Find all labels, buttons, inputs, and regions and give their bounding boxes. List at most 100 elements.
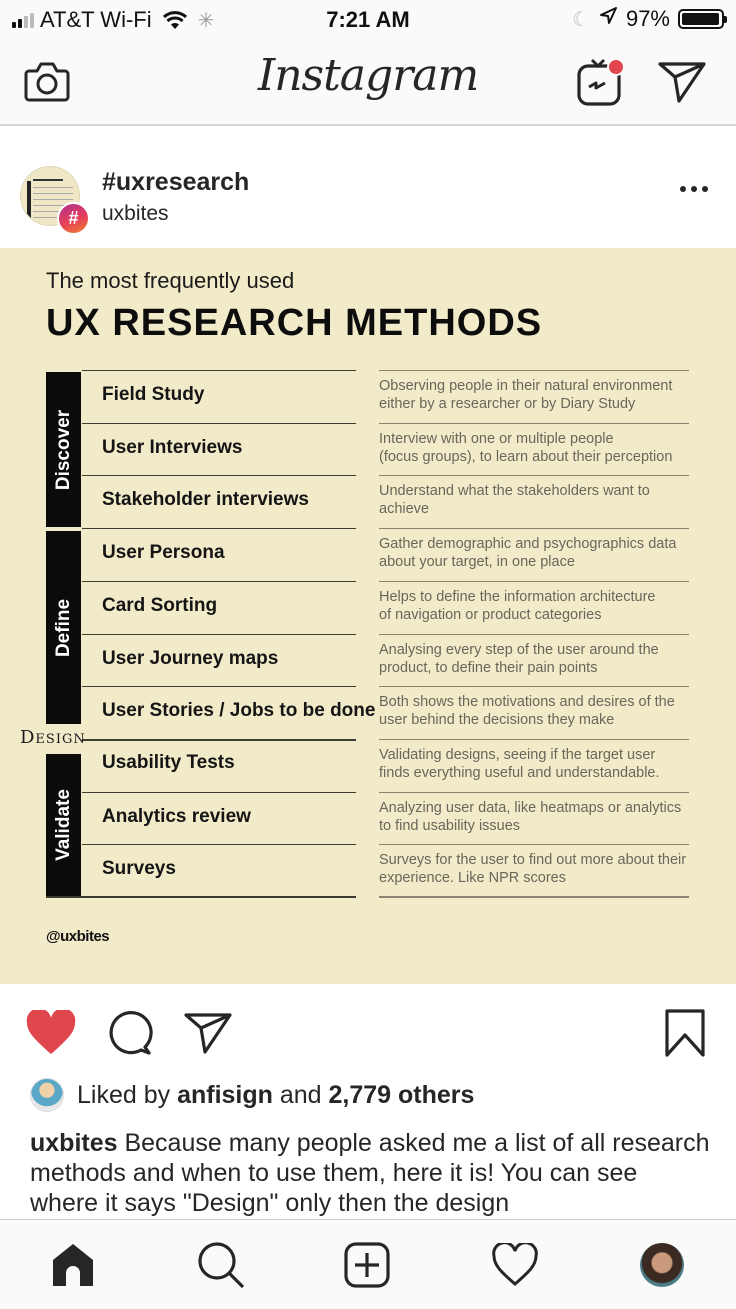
phase-validate: Validate: [46, 754, 81, 896]
likes-count[interactable]: 2,779 others: [329, 1081, 475, 1110]
more-options-button[interactable]: [680, 186, 708, 192]
method-description-row: Helps to define the information architec…: [379, 581, 689, 634]
method-description: Understand what the stakeholders want to…: [379, 483, 650, 517]
share-button[interactable]: [182, 1008, 234, 1058]
method-description-row: Analysing every step of the user around …: [379, 634, 689, 687]
battery-percent: 97%: [625, 6, 670, 31]
igtv-icon: [577, 58, 625, 106]
method-description: Interview with one or multiple people (f…: [379, 431, 673, 465]
tab-search[interactable]: [196, 1240, 246, 1290]
method-description-row: Understand what the stakeholders want to…: [379, 475, 689, 528]
heart-filled-icon: [26, 1010, 76, 1054]
method-description: Both shows the motivations and desires o…: [379, 694, 675, 728]
phase-define: Define: [46, 531, 81, 724]
post-header: # #uxresearch uxbites: [0, 128, 736, 248]
method-row: Card Sorting: [82, 581, 356, 634]
tab-activity[interactable]: [490, 1240, 540, 1290]
post-caption: uxbites Because many people asked me a l…: [30, 1128, 710, 1218]
more-dot-icon: [691, 186, 697, 192]
home-icon: [53, 1244, 93, 1286]
author-handle: @uxbites: [46, 928, 110, 945]
direct-message-icon: [658, 62, 706, 103]
method-name: User Journey maps: [102, 648, 279, 669]
like-button[interactable]: [24, 1008, 78, 1058]
bottom-tab-bar: [0, 1219, 736, 1309]
method-name: User Interviews: [102, 437, 243, 458]
liker-username[interactable]: anfisign: [177, 1081, 273, 1110]
tab-new-post[interactable]: [342, 1240, 392, 1290]
infographic-title: UX RESEARCH METHODS: [46, 302, 543, 344]
method-name: User Stories / Jobs to be done: [102, 700, 376, 721]
method-name: Stakeholder interviews: [102, 489, 309, 510]
divider: [46, 896, 356, 898]
post-image[interactable]: The most frequently used UX RESEARCH MET…: [0, 248, 736, 984]
bookmark-icon: [665, 1009, 705, 1057]
divider: [379, 896, 689, 898]
hashtag-badge-icon: #: [57, 202, 90, 235]
design-divider: [82, 739, 356, 741]
method-description-row: Surveys for the user to find out more ab…: [379, 844, 689, 897]
caption-username[interactable]: uxbites: [30, 1129, 118, 1157]
method-description-row: Validating designs, seeing if the target…: [379, 739, 689, 792]
method-description: Surveys for the user to find out more ab…: [379, 852, 687, 886]
caption-text: Because many people asked me a list of a…: [30, 1129, 710, 1217]
phase-label: Validate: [52, 789, 74, 861]
method-row: Field Study: [82, 370, 356, 423]
save-button[interactable]: [660, 1006, 710, 1060]
phase-discover: Discover: [46, 372, 81, 527]
method-name: Surveys: [102, 858, 176, 879]
method-description: Observing people in their natural enviro…: [379, 378, 673, 412]
liker-avatar: [30, 1078, 64, 1112]
method-description-row: Gather demographic and psychographics da…: [379, 528, 689, 581]
infographic-subtitle: The most frequently used: [46, 268, 295, 293]
method-description: Gather demographic and psychographics da…: [379, 536, 677, 570]
method-row: Analytics review: [82, 792, 356, 845]
direct-message-button[interactable]: [656, 56, 708, 108]
method-row: User Interviews: [82, 423, 356, 476]
share-icon: [184, 1013, 232, 1054]
tab-home[interactable]: [48, 1240, 98, 1290]
top-nav: Instagram: [0, 40, 736, 126]
status-right: ☾ 97%: [572, 6, 727, 32]
method-name: Usability Tests: [102, 752, 235, 773]
method-name: Analytics review: [102, 806, 251, 827]
phase-label: Discover: [52, 409, 74, 490]
tab-profile[interactable]: [637, 1240, 687, 1290]
post-author[interactable]: uxbites: [102, 202, 169, 226]
comment-icon: [109, 1011, 153, 1055]
method-description-row: Analyzing user data, like heatmaps or an…: [379, 792, 689, 845]
comment-button[interactable]: [104, 1008, 154, 1058]
more-dot-icon: [680, 186, 686, 192]
heart-outline-icon: [492, 1243, 538, 1286]
battery-icon: [678, 9, 727, 29]
search-icon: [198, 1242, 245, 1289]
likes-prefix: Liked by: [77, 1080, 178, 1109]
method-description: Helps to define the information architec…: [379, 589, 656, 623]
method-description: Analyzing user data, like heatmaps or an…: [379, 800, 682, 834]
method-name: Field Study: [102, 384, 205, 405]
method-description-row: Observing people in their natural enviro…: [379, 370, 689, 423]
likes-summary[interactable]: Liked by anfisign and 2,779 others: [30, 1078, 474, 1112]
new-post-plus-icon: [344, 1242, 390, 1288]
phase-label: Define: [52, 598, 74, 657]
method-name: Card Sorting: [102, 595, 218, 616]
likes-middle: and: [272, 1080, 329, 1109]
more-dot-icon: [702, 186, 708, 192]
method-description: Analysing every step of the user around …: [379, 642, 659, 676]
method-row: User Journey maps: [82, 634, 356, 687]
igtv-button[interactable]: [574, 54, 628, 108]
method-row: Stakeholder interviews: [82, 475, 356, 528]
hashtag-avatar[interactable]: #: [20, 166, 90, 235]
method-description: Validating designs, seeing if the target…: [379, 747, 660, 781]
status-bar: AT&T Wi-Fi ✳ 7:21 AM ☾ 97%: [0, 0, 736, 40]
method-description-row: Both shows the motivations and desires o…: [379, 686, 689, 739]
design-marker: Design: [20, 727, 86, 748]
post-actions: [0, 984, 736, 1080]
do-not-disturb-moon-icon: ☾: [572, 8, 590, 31]
method-description-row: Interview with one or multiple people (f…: [379, 423, 689, 476]
method-row: Usability Tests: [82, 739, 356, 792]
profile-avatar: [640, 1243, 684, 1287]
method-row: User Stories / Jobs to be done: [82, 686, 375, 739]
method-row: Surveys: [82, 844, 356, 897]
hashtag-title[interactable]: #uxresearch: [102, 168, 249, 197]
